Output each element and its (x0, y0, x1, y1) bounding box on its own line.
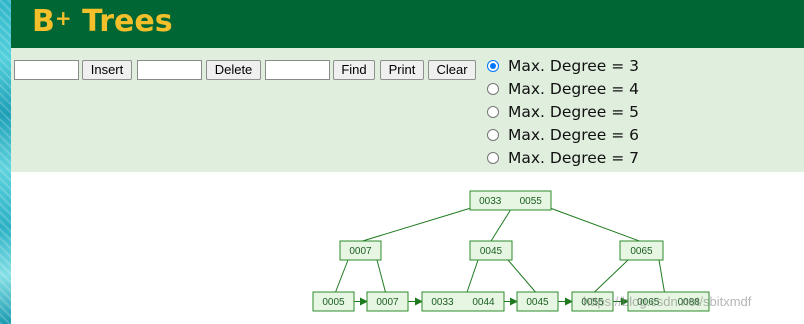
insert-input[interactable] (14, 60, 79, 80)
clear-button[interactable]: Clear (428, 60, 476, 80)
tree-edge (507, 259, 536, 293)
node-key: 0045 (480, 246, 503, 257)
node-key: 0044 (472, 297, 495, 308)
delete-input[interactable] (137, 60, 202, 80)
tree-edge (376, 259, 386, 293)
degree-option-5[interactable]: Max. Degree = 5 (485, 100, 639, 123)
tree-leaf-node: 0007 (366, 291, 409, 312)
insert-button[interactable]: Insert (82, 60, 132, 80)
page-header: B+ Trees (11, 0, 804, 48)
radio-button[interactable] (487, 151, 499, 164)
degree-option-3[interactable]: Max. Degree = 3 (485, 54, 639, 77)
tree-nodes: 0033 0055 0007 0045 0065 0005 0007 0033 0044 0045… (312, 190, 710, 312)
delete-button[interactable]: Delete (206, 60, 261, 80)
degree-option-6[interactable]: Max. Degree = 6 (485, 123, 639, 146)
degree-option-7[interactable]: Max. Degree = 7 (485, 146, 639, 169)
degree-option-label: Max. Degree = 5 (508, 102, 640, 121)
find-input[interactable] (265, 60, 330, 80)
degree-option-label: Max. Degree = 3 (508, 56, 640, 75)
tree-internal-node: 0045 (469, 240, 513, 261)
node-key: 0033 (431, 297, 454, 308)
tree-edge (490, 209, 511, 242)
find-button[interactable]: Find (333, 60, 375, 80)
tree-edge (362, 207, 472, 242)
print-button[interactable]: Print (380, 60, 424, 80)
tree-leaf-node: 0005 (312, 291, 355, 312)
tree-internal-node: 0065 (619, 240, 664, 261)
tree-leaf-node: 0033 0044 (421, 291, 505, 312)
tree-root-node: 0033 0055 (469, 190, 552, 211)
tree-edge (549, 207, 640, 242)
radio-button[interactable] (487, 82, 499, 95)
node-key: 0065 (630, 246, 653, 257)
node-key: 0055 (520, 196, 543, 207)
radio-button[interactable] (487, 105, 499, 118)
node-key: 0045 (526, 297, 549, 308)
node-key: 0007 (349, 246, 372, 257)
node-key: 0007 (376, 297, 399, 308)
tree-edge (335, 259, 349, 293)
tree-edge (466, 259, 479, 293)
radio-button[interactable] (487, 128, 499, 141)
control-panel: Insert Delete Find Print Clear Max. Degr… (11, 48, 804, 172)
degree-radio-group: Max. Degree = 3 Max. Degree = 4 Max. Deg… (485, 54, 639, 169)
node-key: 0033 (479, 196, 502, 207)
tree-edge (658, 259, 665, 293)
watermark: https://blog.csdn.net/sbitxmdf (583, 294, 752, 309)
tree-leaf-node: 0045 (516, 291, 559, 312)
tree-internal-node: 0007 (339, 240, 382, 261)
degree-option-4[interactable]: Max. Degree = 4 (485, 77, 639, 100)
radio-button[interactable] (487, 59, 499, 72)
degree-option-label: Max. Degree = 6 (508, 125, 640, 144)
node-key: 0005 (322, 297, 345, 308)
degree-option-label: Max. Degree = 7 (508, 148, 640, 167)
tree-edge (594, 259, 629, 293)
degree-option-label: Max. Degree = 4 (508, 79, 640, 98)
page-title: B+ Trees (32, 4, 173, 39)
